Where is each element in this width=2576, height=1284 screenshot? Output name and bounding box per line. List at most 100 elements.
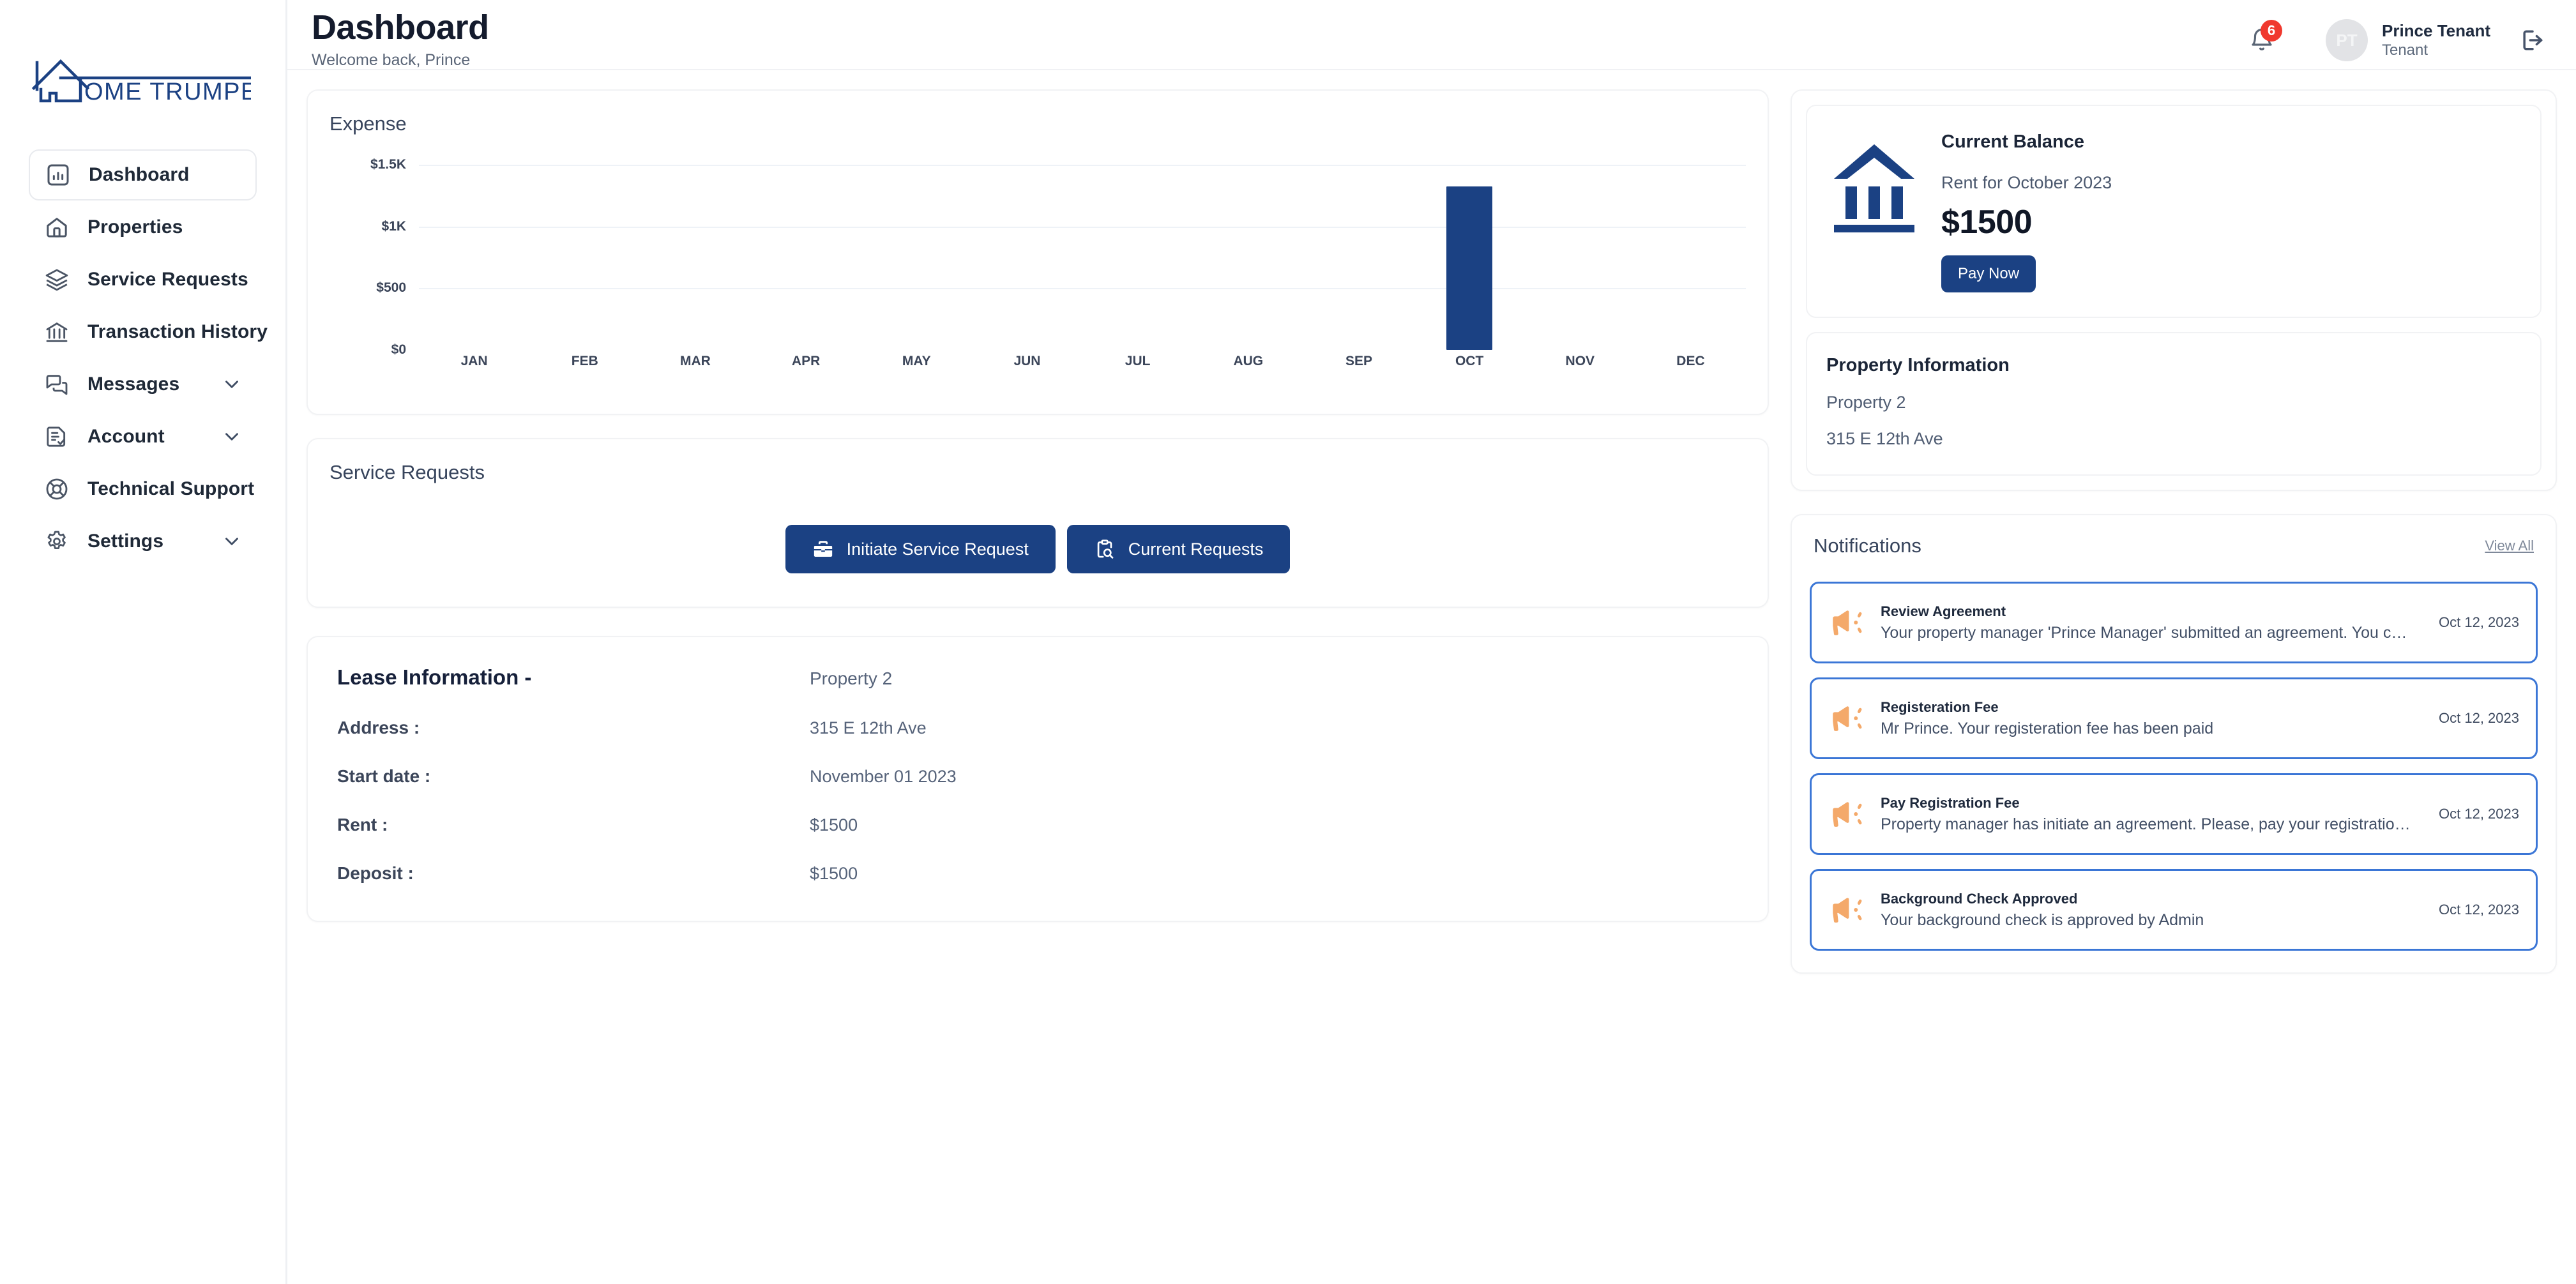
chart-bar-slot: [529, 165, 640, 350]
notification-item[interactable]: Pay Registration Fee Property manager has…: [1810, 773, 2538, 855]
notification-message: Property manager has initiate an agreeme…: [1881, 815, 2414, 833]
sidebar: OME TRUMPETER Dashboard Properties: [0, 0, 287, 1284]
notifications-header: Notifications View All: [1810, 534, 2538, 557]
sidebar-item-label: Transaction History: [87, 321, 268, 342]
chart-bar-slot: [640, 165, 750, 350]
megaphone-icon: [1828, 604, 1867, 641]
megaphone-icon: [1828, 796, 1867, 833]
y-axis-tick: $500: [376, 280, 406, 296]
current-requests-button[interactable]: Current Requests: [1066, 525, 1291, 573]
chart-bar-slot: [419, 165, 529, 350]
megaphone-icon: [1828, 891, 1867, 928]
view-all-link[interactable]: View All: [2485, 538, 2534, 554]
chart-bar-slot: [861, 165, 972, 350]
chart-bar-slot: [1414, 165, 1525, 350]
lease-row: Address : 315 E 12th Ave: [337, 718, 1738, 738]
notification-body: Review Agreement Your property manager 'P…: [1881, 603, 2413, 642]
x-axis-tick: JUN: [1013, 354, 1041, 368]
lease-row-label: Deposit :: [337, 863, 414, 883]
user-info[interactable]: Prince Tenant Tenant: [2382, 20, 2490, 61]
avatar[interactable]: PT: [2325, 19, 2368, 61]
chart-bar[interactable]: [1446, 186, 1493, 350]
chart-bar-slot: [972, 165, 1082, 350]
chart-bar-slot: [1082, 165, 1193, 350]
sidebar-item-transaction-history[interactable]: Transaction History: [29, 306, 268, 358]
service-requests-title: Service Requests: [330, 461, 485, 483]
chart-bars: [419, 165, 1746, 350]
bar-chart-icon: [44, 161, 72, 189]
notification-count-badge: 6: [2260, 20, 2282, 42]
initiate-service-request-button[interactable]: Initiate Service Request: [785, 525, 1056, 573]
lease-heading-row: Lease Information - Property 2: [337, 665, 1738, 690]
sidebar-item-account[interactable]: Account: [29, 411, 257, 462]
chevron-down-icon[interactable]: [221, 374, 243, 395]
user-role: Tenant: [2381, 42, 2428, 59]
notification-item[interactable]: Registeration Fee Mr Prince. Your registe…: [1810, 677, 2538, 759]
logout-button[interactable]: [2519, 26, 2547, 54]
logout-icon: [2523, 30, 2543, 50]
lease-heading: Lease Information -: [337, 665, 532, 689]
expense-chart-card: Expense $0 $500 $1K $1.5K JAN FEB MAR AP…: [307, 89, 1769, 415]
sidebar-item-service-requests[interactable]: Service Requests: [29, 254, 257, 305]
notification-date: Oct 12, 2023: [2439, 806, 2519, 822]
lease-row: Deposit : $1500: [337, 863, 1738, 884]
lease-information-card: Lease Information - Property 2 Address :…: [307, 636, 1769, 922]
sidebar-item-label: Messages: [87, 374, 180, 395]
notification-title: Background Check Approved: [1881, 890, 2078, 907]
current-balance-title: Current Balance: [1941, 132, 2085, 152]
notifications-bell-button[interactable]: 6: [2243, 20, 2282, 59]
notifications-list: Review Agreement Your property manager 'P…: [1810, 582, 2538, 951]
y-axis-tick: $1.5K: [370, 157, 406, 172]
service-requests-card: Service Requests Initiate Service Reques…: [307, 438, 1769, 608]
document-check-icon: [43, 423, 71, 451]
balance-period: Rent for October 2023: [1941, 173, 2112, 192]
chat-icon: [43, 370, 71, 398]
notification-item[interactable]: Background Check Approved Your background…: [1810, 869, 2538, 951]
sidebar-item-dashboard[interactable]: Dashboard: [29, 149, 257, 200]
lease-row-label: Address :: [337, 718, 420, 737]
toolbox-icon: [814, 541, 832, 557]
sidebar-item-properties[interactable]: Properties: [29, 202, 257, 253]
notification-date: Oct 12, 2023: [2439, 710, 2519, 726]
pay-now-button[interactable]: Pay Now: [1941, 255, 2036, 292]
layers-icon: [43, 266, 71, 294]
x-axis-tick: APR: [791, 354, 821, 368]
sidebar-item-technical-support[interactable]: Technical Support: [29, 464, 257, 515]
x-axis-tick: DEC: [1676, 354, 1705, 368]
chevron-down-icon[interactable]: [221, 531, 243, 552]
expense-card-title: Expense: [330, 112, 407, 135]
top-bar: Dashboard Welcome back, Prince 6 PT Prin…: [287, 0, 2576, 70]
sidebar-nav: Dashboard Properties Service Requests Tr…: [0, 149, 285, 567]
lease-heading-value: Property 2: [810, 668, 893, 688]
property-name: Property 2: [1826, 393, 1906, 412]
bank-icon: [43, 318, 71, 346]
property-address: 315 E 12th Ave: [1826, 429, 1943, 448]
home-trumpeter-logo-icon: OME TRUMPETER: [31, 59, 251, 105]
chart-bar-slot: [1635, 165, 1746, 350]
x-axis-tick: MAR: [680, 354, 711, 368]
x-axis-tick: MAY: [902, 354, 931, 368]
notification-body: Background Check Approved Your background…: [1881, 891, 2413, 930]
clipboard-search-icon: [1097, 540, 1114, 559]
lease-row-value: $1500: [810, 864, 858, 883]
notification-message: Your property manager 'Prince Manager' s…: [1881, 623, 2414, 642]
lease-row: Rent : $1500: [337, 815, 1738, 835]
chevron-down-icon[interactable]: [221, 426, 243, 448]
x-axis-tick: NOV: [1565, 354, 1595, 368]
notification-title: Registeration Fee: [1881, 699, 1999, 715]
brand-logo[interactable]: OME TRUMPETER: [0, 33, 285, 129]
sidebar-item-label: Service Requests: [87, 269, 248, 290]
content-grid: Expense $0 $500 $1K $1.5K JAN FEB MAR AP…: [287, 70, 2576, 974]
page-heading-group: Dashboard Welcome back, Prince: [312, 10, 489, 70]
sidebar-item-settings[interactable]: Settings: [29, 516, 257, 567]
sidebar-item-messages[interactable]: Messages: [29, 359, 257, 410]
property-information-title: Property Information: [1826, 355, 2010, 375]
y-axis-tick: $1K: [381, 218, 406, 234]
notification-item[interactable]: Review Agreement Your property manager 'P…: [1810, 582, 2538, 663]
lifebuoy-icon: [43, 475, 71, 503]
chart-y-axis: $0 $500 $1K $1.5K: [330, 157, 406, 357]
x-axis-tick: OCT: [1455, 354, 1484, 368]
chart-bar-slot: [751, 165, 861, 350]
current-requests-label: Current Requests: [1128, 539, 1264, 559]
lease-row-value: 315 E 12th Ave: [810, 718, 927, 737]
